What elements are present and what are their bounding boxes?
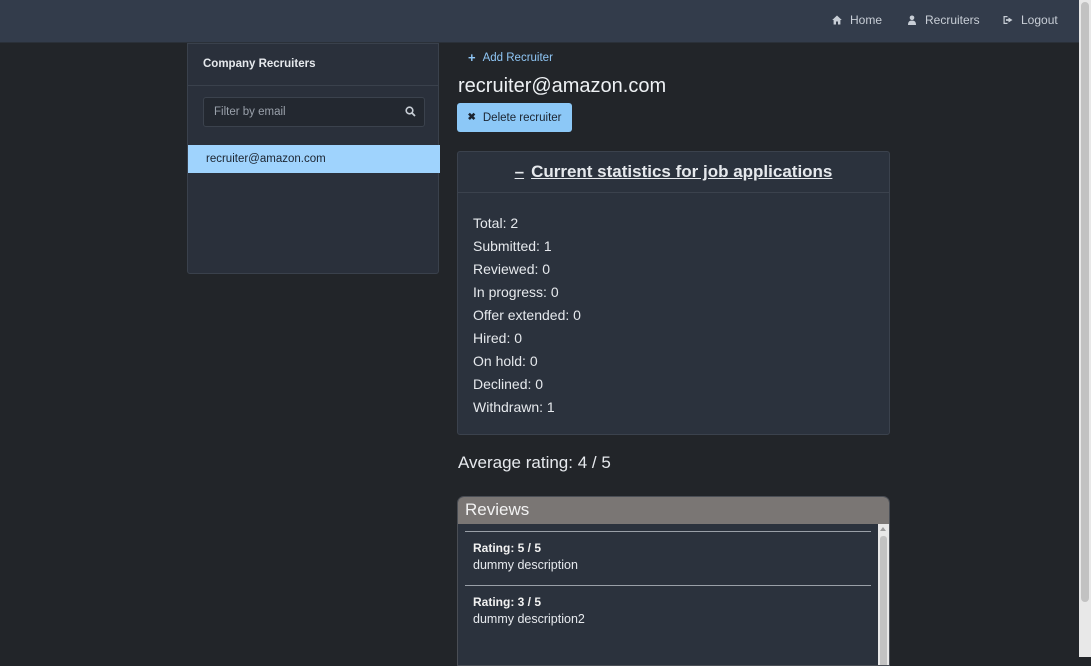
- stat-on-hold: On hold: 0: [473, 353, 538, 369]
- recruiter-email-title: recruiter@amazon.com: [458, 75, 667, 97]
- stat-offer-extended: Offer extended: 0: [473, 307, 581, 323]
- sidebar-title: Company Recruiters: [188, 44, 438, 86]
- reviews-list: Rating: 5 / 5 dummy description Rating: …: [465, 531, 871, 639]
- reviews-panel: Reviews Rating: 5 / 5 dummy description …: [457, 496, 890, 666]
- stat-declined: Declined: 0: [473, 376, 544, 392]
- reviews-title: Reviews: [458, 497, 889, 524]
- statistics-list: Total: 2 Submitted: 1 Reviewed: 0 In pro…: [473, 212, 581, 419]
- top-navbar: Home Recruiters Logout: [0, 0, 1079, 43]
- add-recruiter-label: Add Recruiter: [482, 51, 553, 64]
- page-scrollbar-thumb[interactable]: [1081, 2, 1089, 602]
- review-rating: Rating: 3 / 5: [473, 595, 542, 609]
- reviews-scrollbar-thumb[interactable]: [880, 536, 887, 665]
- delete-recruiter-button[interactable]: ✖ Delete recruiter: [457, 103, 572, 132]
- statistics-toggle-header[interactable]: – Current statistics for job application…: [458, 152, 889, 193]
- review-item: Rating: 3 / 5 dummy description2: [465, 585, 871, 639]
- delete-recruiter-label: Delete recruiter: [482, 111, 562, 124]
- plus-icon: +: [468, 50, 476, 65]
- add-recruiter-link[interactable]: + Add Recruiter: [468, 50, 553, 65]
- nav-home-link[interactable]: Home: [832, 0, 882, 40]
- collapse-icon: –: [514, 162, 525, 181]
- average-rating: Average rating: 4 / 5: [458, 453, 611, 472]
- recruiters-sidebar: Company Recruiters recruiter@amazon.com: [187, 43, 440, 274]
- review-description: dummy description2: [473, 612, 585, 626]
- logout-icon: [1003, 15, 1013, 25]
- filter-section: [188, 86, 438, 146]
- stat-total: Total: 2: [473, 215, 519, 231]
- nav-recruiters-label: Recruiters: [925, 13, 980, 27]
- user-icon: [907, 15, 917, 25]
- scroll-up-arrow-icon[interactable]: [880, 527, 886, 531]
- review-item: Rating: 5 / 5 dummy description: [465, 531, 871, 585]
- nav-logout-label: Logout: [1021, 13, 1058, 27]
- home-icon: [832, 15, 842, 25]
- review-rating: Rating: 5 / 5: [473, 541, 542, 555]
- stat-submitted: Submitted: 1: [473, 238, 552, 254]
- statistics-title: Current statistics for job applications: [531, 162, 833, 181]
- close-icon: ✖: [467, 112, 476, 123]
- nav-recruiters-link[interactable]: Recruiters: [907, 0, 980, 40]
- filter-email-input[interactable]: [203, 97, 425, 127]
- search-icon[interactable]: [405, 106, 416, 117]
- nav-home-label: Home: [850, 13, 883, 27]
- reviews-scrollbar[interactable]: [878, 524, 889, 665]
- statistics-card: – Current statistics for job application…: [457, 151, 890, 435]
- nav-logout-link[interactable]: Logout: [1003, 0, 1058, 40]
- recruiter-list-item[interactable]: recruiter@amazon.com: [188, 145, 440, 173]
- review-description: dummy description: [473, 558, 578, 572]
- page-scrollbar[interactable]: [1079, 0, 1091, 657]
- stat-withdrawn: Withdrawn: 1: [473, 399, 555, 415]
- stat-in-progress: In progress: 0: [473, 284, 559, 300]
- stat-hired: Hired: 0: [473, 330, 523, 346]
- stat-reviewed: Reviewed: 0: [473, 261, 551, 277]
